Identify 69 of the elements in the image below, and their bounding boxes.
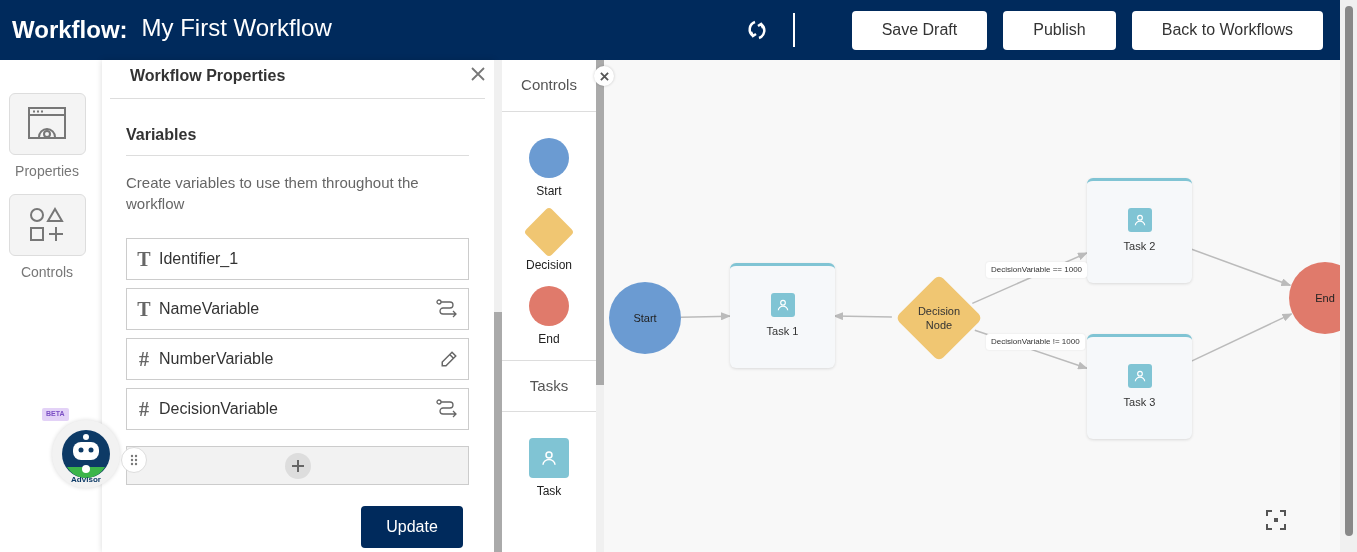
condition-label: DecisionVariable != 1000 [986, 334, 1085, 350]
close-icon [599, 71, 609, 81]
task-node[interactable]: Task 3 [1087, 334, 1192, 439]
start-shape[interactable] [529, 138, 569, 178]
palette-heading: Controls [521, 75, 577, 96]
person-icon [1127, 364, 1152, 388]
section-heading: Variables [126, 99, 469, 156]
variable-row[interactable]: # DecisionVariable [126, 388, 469, 430]
pencil-icon[interactable] [440, 350, 458, 368]
task-node[interactable]: Task 2 [1087, 178, 1192, 283]
section-description: Create variables to use them throughout the workflow [126, 173, 420, 214]
variable-name: NameVariable [159, 299, 261, 319]
panel-title: Workflow Properties [130, 66, 286, 86]
rail-button[interactable] [8, 194, 86, 256]
task-node[interactable]: Task 1 [730, 263, 835, 368]
variable-name: NumberVariable [159, 349, 275, 369]
close-icon[interactable] [471, 67, 485, 81]
fit-screen-icon[interactable] [1266, 510, 1286, 530]
grip-icon [130, 454, 138, 466]
palette-label: Start [536, 185, 562, 197]
scrollbar[interactable] [596, 60, 604, 552]
palette-heading: Tasks [529, 375, 569, 396]
person-icon [770, 293, 795, 317]
task-shape[interactable] [529, 438, 569, 478]
end-node[interactable]: End [1289, 262, 1340, 334]
header-button[interactable]: Publish [1003, 10, 1116, 50]
end-shape[interactable] [529, 286, 569, 326]
condition-label: DecisionVariable == 1000 [986, 262, 1088, 278]
type-icon: T [137, 244, 151, 274]
variable-row[interactable]: T NameVariable [126, 288, 469, 330]
palette-label: Decision [526, 259, 572, 271]
person-icon [1127, 208, 1152, 232]
header-button[interactable]: Save Draft [851, 10, 988, 50]
connector-arrow[interactable] [1190, 248, 1292, 287]
palette-label: End [538, 333, 560, 345]
scrollbar[interactable] [494, 60, 502, 552]
node-label: Task 3 [1123, 395, 1156, 410]
type-icon: # [137, 344, 151, 374]
add-button[interactable] [284, 452, 311, 479]
start-node[interactable]: Start [609, 282, 681, 354]
decision-node[interactable]: Decision Node [895, 274, 983, 362]
update-button[interactable]: Update [361, 506, 463, 548]
variable-name: DecisionVariable [159, 399, 279, 419]
connector-arrow[interactable] [833, 312, 893, 321]
header-button[interactable]: Back to Workflows [1131, 10, 1323, 50]
window-gear-icon [28, 107, 66, 141]
workflow-label: Workflow: [12, 15, 128, 45]
palette-label: Task [536, 485, 562, 497]
page-scrollbar[interactable] [1340, 0, 1357, 552]
plus-icon [290, 458, 305, 473]
type-icon: T [137, 294, 151, 324]
variable-name: Identifier_1 [159, 249, 240, 269]
route-icon[interactable] [436, 399, 458, 419]
rail-label: Controls [20, 263, 74, 282]
variable-row[interactable]: T Identifier_1 [126, 238, 469, 280]
node-label: Task 2 [1123, 239, 1156, 254]
rail-label: Properties [15, 162, 79, 181]
workflow-title: My First Workflow [141, 13, 332, 43]
node-label: Task 1 [766, 324, 799, 339]
advisor-label: Advisor [71, 476, 101, 484]
type-icon: # [137, 394, 151, 424]
variable-row[interactable]: # NumberVariable [126, 338, 469, 380]
robot-icon [61, 429, 111, 479]
connector-arrow[interactable] [1190, 313, 1293, 363]
node-label: Decision Node [916, 304, 962, 332]
connector-arrow[interactable] [680, 312, 731, 321]
rail-button[interactable] [8, 93, 86, 155]
route-icon[interactable] [436, 299, 458, 319]
shapes-icon [29, 207, 65, 243]
